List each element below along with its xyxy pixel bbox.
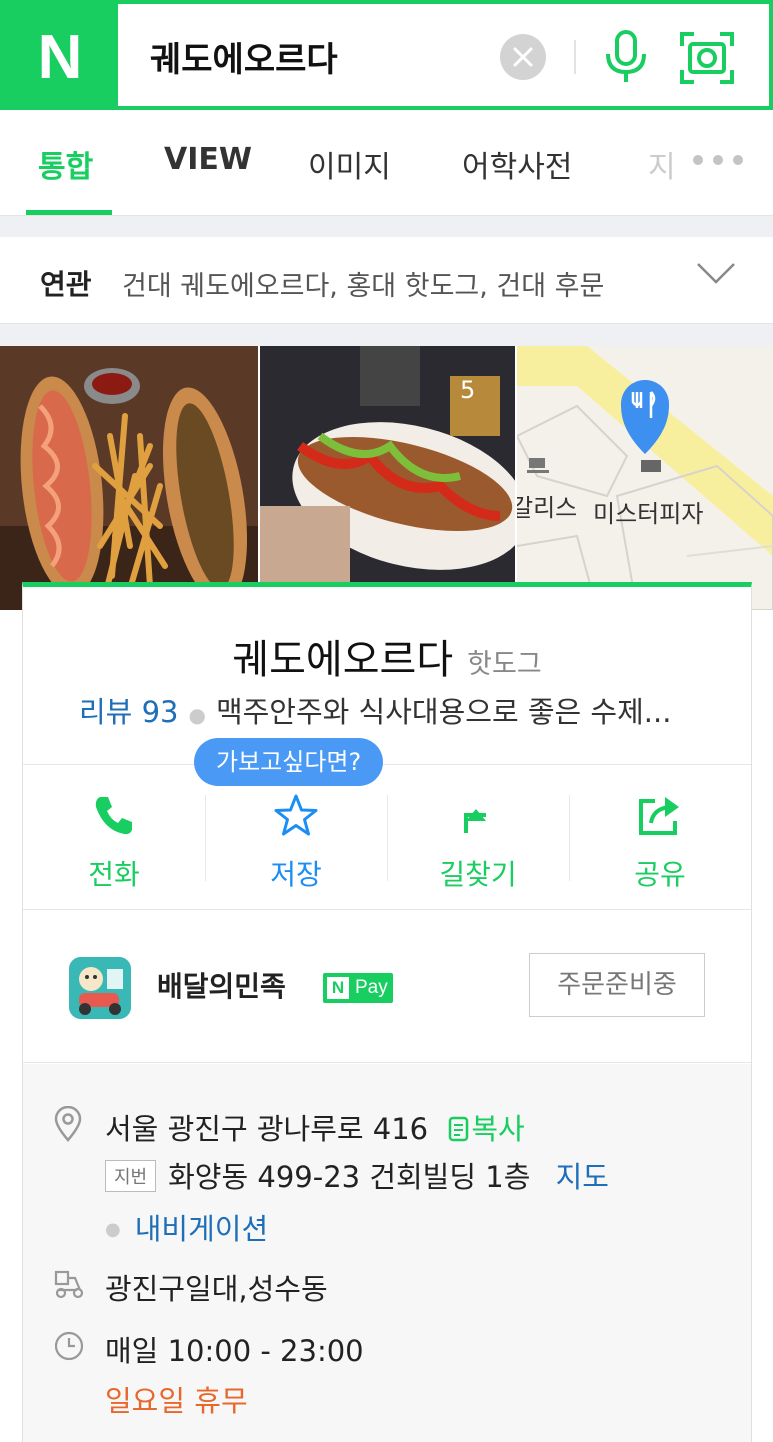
delivery-section: 배달의민족 N Pay 주문준비중 bbox=[23, 911, 751, 1063]
map-label-2: 미스터피자 bbox=[593, 500, 704, 528]
copy-icon[interactable] bbox=[447, 1115, 471, 1143]
npay-logo: N bbox=[327, 977, 349, 999]
npay-badge: N Pay bbox=[323, 973, 393, 1003]
chevron-down-icon[interactable] bbox=[696, 262, 736, 284]
map-thumbnail[interactable]: 갈리스 미스터피자 bbox=[517, 346, 773, 610]
star-icon bbox=[274, 794, 318, 836]
closed-day: 일요일 휴무 bbox=[105, 1384, 248, 1418]
save-tooltip: 가보고싶다면? bbox=[194, 738, 384, 786]
directions-arrow-icon bbox=[464, 809, 486, 833]
related-searches[interactable]: 연관 건대 궤도에오르다, 홍대 핫도그, 건대 후문 bbox=[0, 237, 773, 324]
place-title: 궤도에오르다 핫도그 bbox=[23, 627, 751, 685]
more-tabs-button[interactable] bbox=[693, 155, 743, 165]
review-link[interactable]: 리뷰 93 bbox=[79, 695, 178, 729]
photo-count-badge: 5 bbox=[460, 376, 476, 404]
business-hours: 매일 10:00 - 23:00 bbox=[105, 1334, 364, 1368]
section-gap bbox=[0, 324, 773, 346]
tab-integrated[interactable]: 통합 bbox=[38, 142, 93, 186]
related-keywords[interactable]: 건대 궤도에오르다, 홍대 핫도그, 건대 후문 bbox=[122, 264, 604, 303]
order-status-button[interactable]: 주문준비중 bbox=[529, 953, 705, 1017]
hotdog-photo-2[interactable]: 5 bbox=[260, 346, 515, 610]
copy-button[interactable]: 복사 bbox=[471, 1112, 524, 1146]
related-label: 연관 bbox=[40, 268, 92, 301]
header-divider bbox=[574, 40, 576, 74]
jibun-address: 화양동 499-23 건회빌딩 1층 bbox=[168, 1160, 531, 1194]
search-input[interactable]: 궤도에오르다 bbox=[150, 32, 338, 81]
section-gap bbox=[0, 216, 773, 237]
jibun-line: 지번 화양동 499-23 건회빌딩 1층 지도 bbox=[105, 1154, 609, 1196]
delivery-area: 광진구일대,성수동 bbox=[105, 1272, 328, 1306]
voice-search-button[interactable] bbox=[600, 30, 652, 86]
camera-lens-icon bbox=[680, 32, 734, 84]
address-line: 서울 광진구 광나루로 416 복사 bbox=[105, 1106, 525, 1148]
road-address: 서울 광진구 광나루로 416 bbox=[105, 1112, 429, 1146]
share-button[interactable]: 공유 bbox=[569, 765, 751, 911]
place-summary: 리뷰 93 ● 맥주안주와 식사대용으로 좋은 수제... bbox=[79, 695, 672, 729]
hotdog-photo-1[interactable] bbox=[0, 346, 258, 610]
close-icon bbox=[513, 47, 533, 67]
jibun-badge: 지번 bbox=[105, 1160, 157, 1192]
share-icon bbox=[639, 797, 679, 835]
place-name[interactable]: 궤도에오르다 bbox=[232, 637, 453, 683]
delivery-service-name[interactable]: 배달의민족 bbox=[157, 965, 286, 1005]
microphone-icon bbox=[606, 30, 646, 82]
delivery-scooter-icon bbox=[54, 1270, 84, 1299]
navigation-line: ● 내비게이션 bbox=[105, 1212, 269, 1246]
action-buttons: 전화 저장 길찾기 공유 bbox=[23, 764, 751, 910]
clock-icon bbox=[54, 1331, 84, 1361]
navigation-link[interactable]: 내비게이션 bbox=[135, 1212, 268, 1246]
place-category: 핫도그 bbox=[467, 649, 542, 680]
naver-logo[interactable]: N bbox=[0, 0, 118, 114]
tab-view[interactable]: VIEW bbox=[164, 142, 252, 177]
search-header: N 궤도에오르다 bbox=[0, 0, 773, 114]
place-photos: 5 갈리스 미스터피자 bbox=[0, 346, 773, 610]
lens-search-button[interactable] bbox=[678, 30, 736, 86]
call-button[interactable]: 전화 bbox=[23, 765, 205, 911]
tab-images[interactable]: 이미지 bbox=[308, 142, 391, 186]
phone-icon bbox=[95, 797, 132, 835]
active-tab-indicator bbox=[26, 210, 112, 215]
tab-partial[interactable]: 지 bbox=[648, 142, 676, 186]
tab-dictionary[interactable]: 어학사전 bbox=[462, 142, 572, 186]
place-info: 서울 광진구 광나루로 416 복사 지번 화양동 499-23 건회빌딩 1층 … bbox=[23, 1064, 751, 1442]
directions-button[interactable]: 길찾기 bbox=[387, 765, 569, 911]
clear-search-button[interactable] bbox=[500, 34, 546, 80]
map-label-1: 갈리스 bbox=[517, 494, 578, 522]
location-pin-icon bbox=[54, 1106, 82, 1142]
baemin-app-icon bbox=[69, 957, 131, 1019]
save-button[interactable]: 저장 bbox=[205, 765, 387, 911]
npay-label: Pay bbox=[355, 977, 388, 998]
search-tabs: 통합 VIEW 이미지 어학사전 지 bbox=[0, 110, 773, 216]
place-description: 맥주안주와 식사대용으로 좋은 수제... bbox=[215, 695, 672, 729]
place-card: 궤도에오르다 핫도그 리뷰 93 ● 맥주안주와 식사대용으로 좋은 수제... 전화… bbox=[22, 582, 752, 1442]
map-link[interactable]: 지도 bbox=[556, 1160, 609, 1194]
